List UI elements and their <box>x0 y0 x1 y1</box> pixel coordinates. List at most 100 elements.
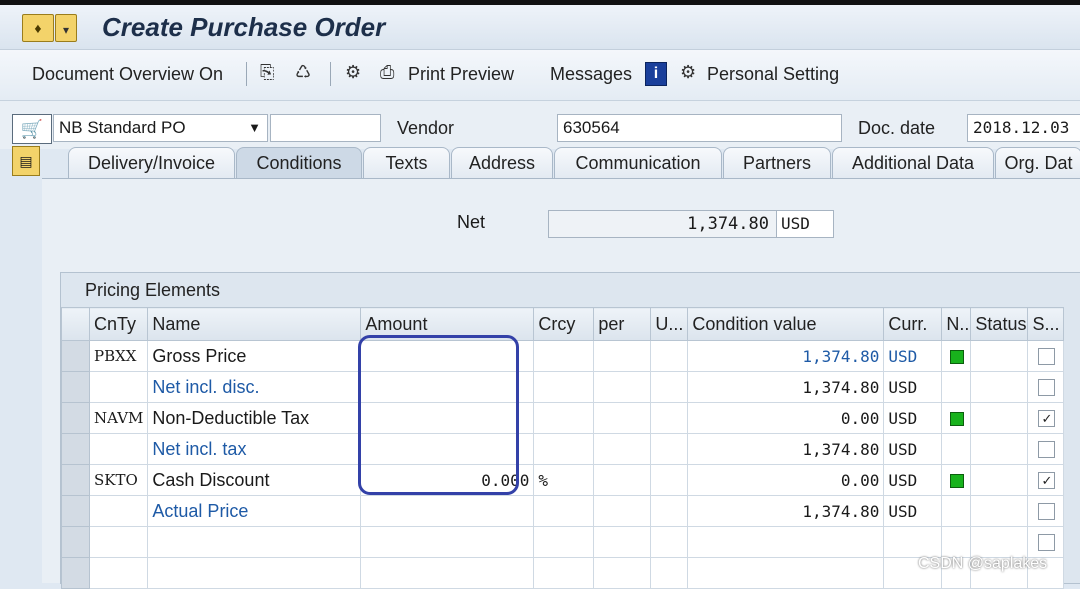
column-header[interactable]: U... <box>650 307 689 341</box>
unit-cell[interactable] <box>650 371 689 403</box>
select-all-column[interactable] <box>61 307 90 341</box>
unit-cell[interactable] <box>650 557 689 589</box>
condition-type-cell[interactable]: NAVM <box>88 402 149 434</box>
per-cell[interactable] <box>593 495 652 527</box>
unit-cell[interactable] <box>650 495 689 527</box>
column-header[interactable]: Name <box>147 307 362 341</box>
document-overview-button[interactable]: Document Overview On <box>32 64 223 85</box>
row-selector[interactable] <box>61 495 90 527</box>
row-selector[interactable] <box>61 433 90 465</box>
tab-delivery-invoice[interactable]: Delivery/Invoice <box>68 147 235 178</box>
crcy-cell[interactable] <box>533 433 595 465</box>
column-header[interactable]: N.. <box>941 307 972 341</box>
statistical-checkbox[interactable] <box>1038 441 1056 459</box>
column-header[interactable]: CnTy <box>88 307 149 341</box>
per-cell[interactable] <box>593 464 652 496</box>
statistical-checkbox[interactable]: ✓ <box>1038 410 1056 428</box>
condition-type-cell[interactable] <box>88 557 149 589</box>
row-selector[interactable] <box>61 557 90 589</box>
column-header[interactable]: S... <box>1027 307 1065 341</box>
statistical-cell[interactable]: ✓ <box>1027 402 1065 434</box>
tab-org-data[interactable]: Org. Dat <box>995 147 1080 178</box>
table-row[interactable]: SKTO Cash Discount 0.000% 0.00 USD ✓ <box>61 464 1065 496</box>
row-selector[interactable] <box>61 402 90 434</box>
amount-cell[interactable] <box>360 557 535 589</box>
hold-icon[interactable]: ⎘ <box>260 62 274 83</box>
condition-type-cell[interactable]: SKTO <box>88 464 149 496</box>
table-row[interactable]: Net incl. tax 1,374.80 USD <box>61 433 1065 465</box>
statistical-checkbox[interactable] <box>1038 348 1056 366</box>
column-header[interactable]: Crcy <box>533 307 595 341</box>
statistical-cell[interactable] <box>1027 495 1065 527</box>
info-icon[interactable]: i <box>645 62 667 86</box>
table-row[interactable]: Actual Price 1,374.80 USD <box>61 495 1065 527</box>
table-row[interactable]: Net incl. disc. 1,374.80 USD <box>61 371 1065 403</box>
crcy-cell[interactable] <box>533 340 595 372</box>
personal-setting-button[interactable]: Personal Setting <box>707 64 839 85</box>
statistical-cell[interactable] <box>1027 371 1065 403</box>
crcy-cell[interactable] <box>533 526 595 558</box>
check-icon[interactable]: ♺ <box>295 62 311 83</box>
row-selector[interactable] <box>61 371 90 403</box>
table-row[interactable]: NAVM Non-Deductible Tax 0.00 USD ✓ <box>61 402 1065 434</box>
tab-address[interactable]: Address <box>451 147 553 178</box>
column-header[interactable]: Condition value <box>687 307 885 341</box>
unit-cell[interactable] <box>650 464 689 496</box>
print-preview-icon[interactable]: ⎙ <box>380 62 394 83</box>
po-type-select[interactable]: NB Standard PO ▼ <box>53 114 268 142</box>
tab-conditions[interactable]: Conditions <box>236 147 362 178</box>
dropdown-icon[interactable]: ▾ <box>55 14 77 42</box>
unit-cell[interactable] <box>650 340 689 372</box>
condition-type-cell[interactable] <box>88 495 149 527</box>
table-row[interactable] <box>61 526 1065 558</box>
condition-type-cell[interactable]: PBXX <box>88 340 149 372</box>
crcy-cell[interactable] <box>533 402 595 434</box>
per-cell[interactable] <box>593 371 652 403</box>
tab-additional-data[interactable]: Additional Data <box>832 147 994 178</box>
system-menu[interactable]: ♦ ▾ <box>22 14 78 44</box>
tab-texts[interactable]: Texts <box>363 147 450 178</box>
table-row[interactable] <box>61 557 1065 589</box>
po-number-field[interactable] <box>270 114 381 142</box>
row-selector[interactable] <box>61 340 90 372</box>
amount-cell[interactable] <box>360 495 535 527</box>
personal-settings-icon[interactable]: ⚙ <box>345 62 361 83</box>
crcy-cell[interactable] <box>533 371 595 403</box>
condition-name-cell[interactable]: Actual Price <box>147 495 362 527</box>
vendor-field[interactable]: 630564 <box>557 114 842 142</box>
folder-icon[interactable]: ▤ <box>12 146 40 176</box>
unit-cell[interactable] <box>650 433 689 465</box>
column-header[interactable]: per <box>593 307 652 341</box>
row-selector[interactable] <box>61 464 90 496</box>
statistical-checkbox[interactable] <box>1038 379 1056 397</box>
statistical-cell[interactable]: ✓ <box>1027 464 1065 496</box>
statistical-cell[interactable] <box>1027 433 1065 465</box>
table-row[interactable]: PBXX Gross Price 1,374.80 USD <box>61 340 1065 372</box>
unit-cell[interactable] <box>650 526 689 558</box>
doc-date-field[interactable]: 2018.12.03 <box>967 114 1080 142</box>
tab-communication[interactable]: Communication <box>554 147 722 178</box>
condition-name-cell[interactable]: Net incl. tax <box>147 433 362 465</box>
messages-button[interactable]: Messages <box>550 64 632 85</box>
tab-partners[interactable]: Partners <box>723 147 831 178</box>
statistical-cell[interactable] <box>1027 526 1065 558</box>
condition-type-cell[interactable] <box>88 371 149 403</box>
row-selector[interactable] <box>61 526 90 558</box>
crcy-cell[interactable] <box>533 557 595 589</box>
statistical-checkbox[interactable] <box>1038 503 1056 521</box>
amount-cell[interactable] <box>360 526 535 558</box>
statistical-checkbox[interactable]: ✓ <box>1038 472 1056 490</box>
per-cell[interactable] <box>593 433 652 465</box>
personal-setting-icon[interactable]: ⚙ <box>680 62 696 83</box>
condition-name-cell[interactable]: Net incl. disc. <box>147 371 362 403</box>
statistical-checkbox[interactable] <box>1038 534 1056 552</box>
unit-cell[interactable] <box>650 402 689 434</box>
column-header[interactable]: Curr. <box>883 307 943 341</box>
condition-type-cell[interactable] <box>88 526 149 558</box>
statistical-cell[interactable] <box>1027 340 1065 372</box>
crcy-cell[interactable]: % <box>533 464 595 496</box>
crcy-cell[interactable] <box>533 495 595 527</box>
per-cell[interactable] <box>593 340 652 372</box>
print-preview-button[interactable]: Print Preview <box>408 64 514 85</box>
sap-logo-icon[interactable]: ♦ <box>22 14 54 42</box>
